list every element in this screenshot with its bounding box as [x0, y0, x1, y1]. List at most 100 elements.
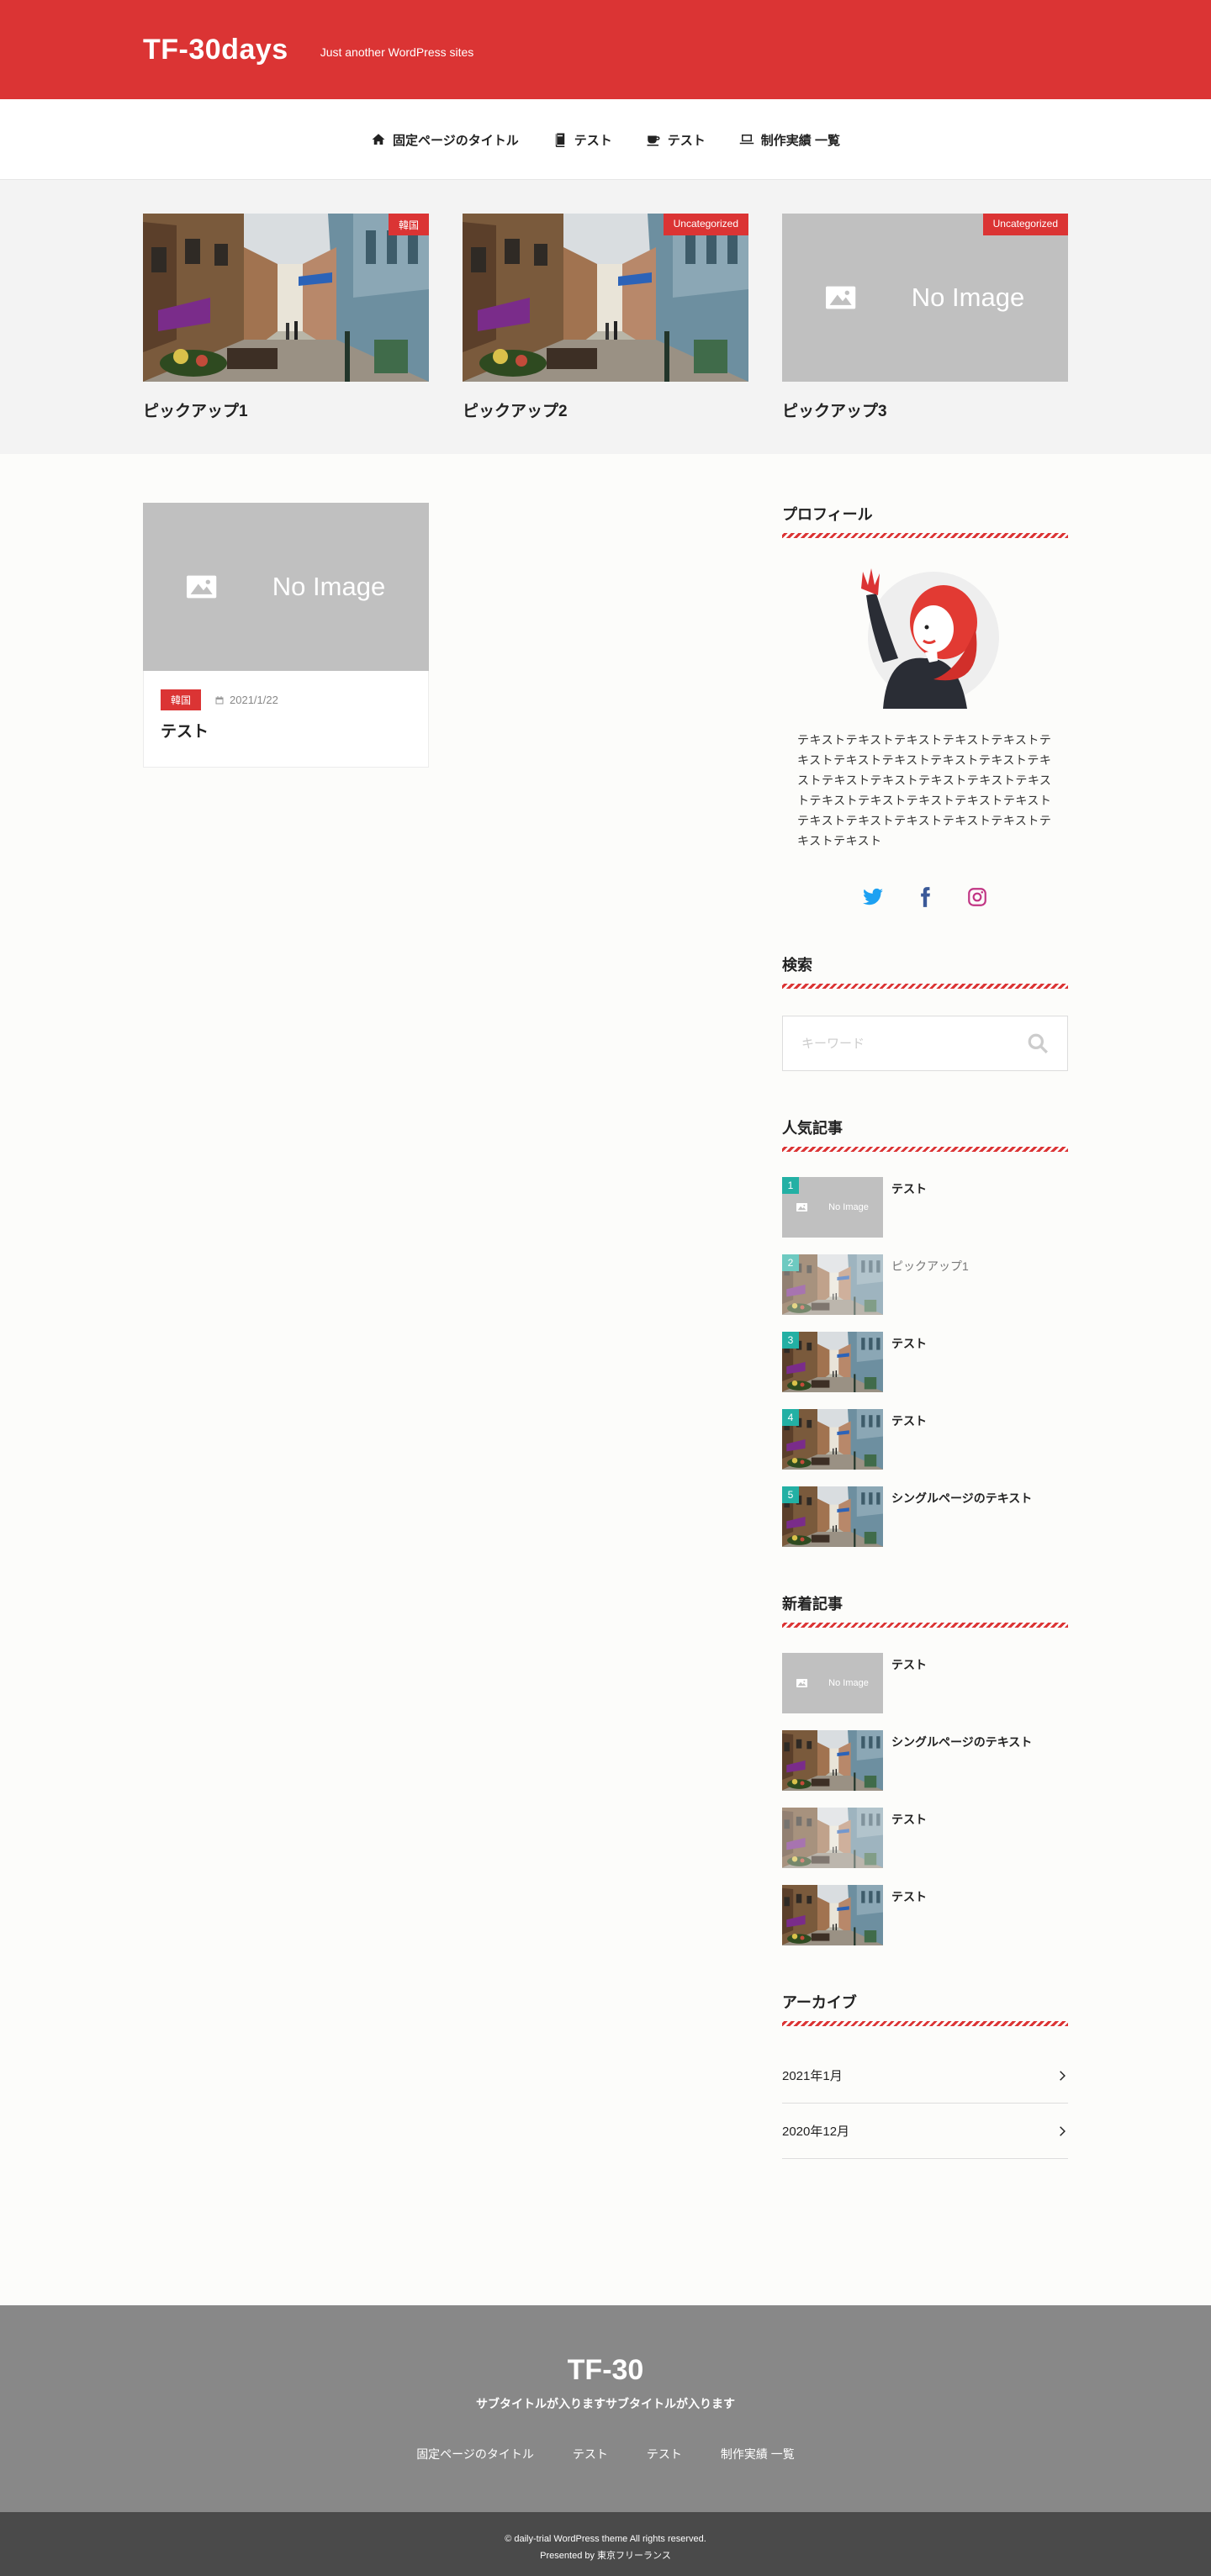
nav-item-works[interactable]: 制作実績 一覧: [739, 131, 840, 149]
pickup-title[interactable]: ピックアップ1: [143, 399, 429, 421]
nav-item-label: テスト: [574, 133, 612, 148]
nav-item-label: 固定ページのタイトル: [393, 133, 519, 148]
site-title[interactable]: TF-30days: [143, 34, 288, 66]
copyright-bar: © daily-trial WordPress theme All rights…: [0, 2512, 1211, 2576]
post-list: No Image 韓国 2021/1/22 テスト: [143, 503, 715, 2204]
popular-post-item[interactable]: 3 テスト: [782, 1332, 1068, 1392]
search-input[interactable]: [801, 1036, 1027, 1051]
twitter-icon[interactable]: [862, 886, 884, 908]
post-thumbnail: 4: [782, 1409, 883, 1470]
recent-posts-widget: 新着記事 No Image テスト シングルページのテキスト テスト テスト: [782, 1592, 1068, 1945]
widget-title: 人気記事: [782, 1116, 1068, 1152]
post-thumbnail: [782, 1808, 883, 1868]
pickup-card[interactable]: 韓国 ピックアップ1: [143, 214, 429, 421]
popular-post-title: ピックアップ1: [891, 1259, 969, 1273]
widget-title: プロフィール: [782, 503, 1068, 538]
calendar-icon: [215, 695, 224, 704]
widget-title: アーカイブ: [782, 1991, 1068, 2026]
no-image-label: No Image: [828, 1202, 869, 1212]
street-photo: [782, 1808, 883, 1868]
recent-post-title: テスト: [891, 1813, 927, 1826]
post-date: 2021/1/22: [214, 694, 278, 706]
pickup-card[interactable]: Uncategorized ピックアップ2: [463, 214, 748, 421]
pickup-card[interactable]: No Image Uncategorized ピックアップ3: [782, 214, 1068, 421]
rank-badge: 5: [782, 1486, 799, 1503]
copyright-text: © daily-trial WordPress theme All rights…: [505, 2534, 706, 2544]
site-footer: TF-30 サブタイトルが入りますサブタイトルが入ります 固定ページのタイトル …: [0, 2305, 1211, 2512]
archive-widget: アーカイブ 2021年1月 2020年12月: [782, 1991, 1068, 2159]
post-title[interactable]: テスト: [161, 719, 411, 742]
archive-item[interactable]: 2021年1月: [782, 2048, 1068, 2104]
chevron-right-icon: [1060, 2070, 1066, 2081]
street-photo: [782, 1730, 883, 1791]
recent-post-item[interactable]: No Image テスト: [782, 1653, 1068, 1713]
post-thumbnail: [782, 1885, 883, 1945]
street-photo: [143, 214, 429, 382]
recent-post-item[interactable]: テスト: [782, 1885, 1068, 1945]
chevron-right-icon: [1060, 2125, 1066, 2136]
post-thumbnail: [782, 1730, 883, 1791]
book-icon: [555, 133, 564, 147]
popular-post-item[interactable]: 4 テスト: [782, 1409, 1068, 1470]
nav-item-label: 制作実績 一覧: [760, 133, 840, 148]
nav-item-test-2[interactable]: テスト: [646, 131, 706, 149]
rank-badge: 2: [782, 1254, 799, 1271]
post-thumbnail: 2: [782, 1254, 883, 1315]
archive-label: 2020年12月: [782, 2125, 850, 2139]
home-icon: [372, 134, 385, 145]
recent-post-title: テスト: [891, 1658, 927, 1671]
no-image-placeholder: No Image: [782, 214, 1068, 382]
profile-text: テキストテキストテキストテキストテキストテキストテキストテキストテキストテキスト…: [797, 733, 1052, 847]
popular-post-title: シングルページのテキスト: [891, 1491, 1033, 1505]
pickup-thumbnail: Uncategorized: [463, 214, 748, 382]
widget-title: 検索: [782, 953, 1068, 989]
rank-badge: 4: [782, 1409, 799, 1426]
footer-nav-item[interactable]: テスト: [573, 2446, 608, 2463]
search-form: [782, 1016, 1068, 1071]
popular-post-item[interactable]: 2 ピックアップ1: [782, 1254, 1068, 1315]
archive-item[interactable]: 2020年12月: [782, 2104, 1068, 2159]
nav-item-test-1[interactable]: テスト: [553, 131, 612, 149]
footer-nav-item[interactable]: 固定ページのタイトル: [416, 2446, 534, 2463]
post-thumbnail: No Image: [782, 1653, 883, 1713]
footer-subtitle: サブタイトルが入りますサブタイトルが入ります: [476, 2397, 735, 2410]
category-tag[interactable]: Uncategorized: [663, 214, 748, 235]
no-image-placeholder: No Image: [143, 503, 429, 671]
category-tag[interactable]: Uncategorized: [982, 214, 1068, 235]
presented-by[interactable]: Presented by 東京フリーランス: [0, 2547, 1211, 2564]
recent-post-title: シングルページのテキスト: [891, 1735, 1033, 1749]
image-icon: [796, 1672, 825, 1694]
instagram-icon[interactable]: [966, 886, 988, 908]
search-icon[interactable]: [1027, 1032, 1049, 1054]
footer-title[interactable]: TF-30: [0, 2354, 1211, 2387]
sidebar: プロフィール テキストテキストテキストテキストテキストテキストテキストテキストテ…: [782, 503, 1068, 2204]
pickup-title[interactable]: ピックアップ2: [463, 399, 748, 421]
image-icon: [826, 268, 903, 327]
category-tag[interactable]: 韓国: [388, 214, 429, 235]
pickup-thumbnail: No Image Uncategorized: [782, 214, 1068, 382]
site-description: Just another WordPress sites: [320, 45, 474, 59]
widget-title: 新着記事: [782, 1592, 1068, 1628]
popular-post-item[interactable]: No Image 1 テスト: [782, 1177, 1068, 1238]
street-photo: [782, 1885, 883, 1945]
category-tag[interactable]: 韓国: [161, 689, 202, 710]
footer-nav: 固定ページのタイトル テスト テスト 制作実績 一覧: [0, 2446, 1211, 2463]
pickup-title[interactable]: ピックアップ3: [782, 399, 1068, 421]
recent-post-item[interactable]: テスト: [782, 1808, 1068, 1868]
popular-posts-widget: 人気記事 No Image 1 テスト 2 ピックアップ1 3 テスト 4 テス…: [782, 1116, 1068, 1547]
profile-widget: プロフィール テキストテキストテキストテキストテキストテキストテキストテキストテ…: [782, 503, 1068, 908]
popular-post-title: テスト: [891, 1182, 927, 1196]
facebook-icon[interactable]: [914, 886, 936, 908]
nav-item-fixed-page[interactable]: 固定ページのタイトル: [371, 131, 519, 149]
image-icon: [187, 557, 264, 616]
post-card[interactable]: No Image 韓国 2021/1/22 テスト: [143, 503, 429, 768]
footer-nav-item[interactable]: 制作実績 一覧: [721, 2446, 795, 2463]
post-thumbnail: 5: [782, 1486, 883, 1547]
footer-nav-item[interactable]: テスト: [647, 2446, 682, 2463]
popular-post-item[interactable]: 5 シングルページのテキスト: [782, 1486, 1068, 1547]
nav-item-label: テスト: [667, 133, 706, 148]
global-nav: 固定ページのタイトル テスト テスト 制作実績 一覧: [0, 99, 1211, 180]
recent-post-item[interactable]: シングルページのテキスト: [782, 1730, 1068, 1791]
popular-post-title: テスト: [891, 1414, 927, 1428]
no-image-label: No Image: [272, 572, 386, 601]
